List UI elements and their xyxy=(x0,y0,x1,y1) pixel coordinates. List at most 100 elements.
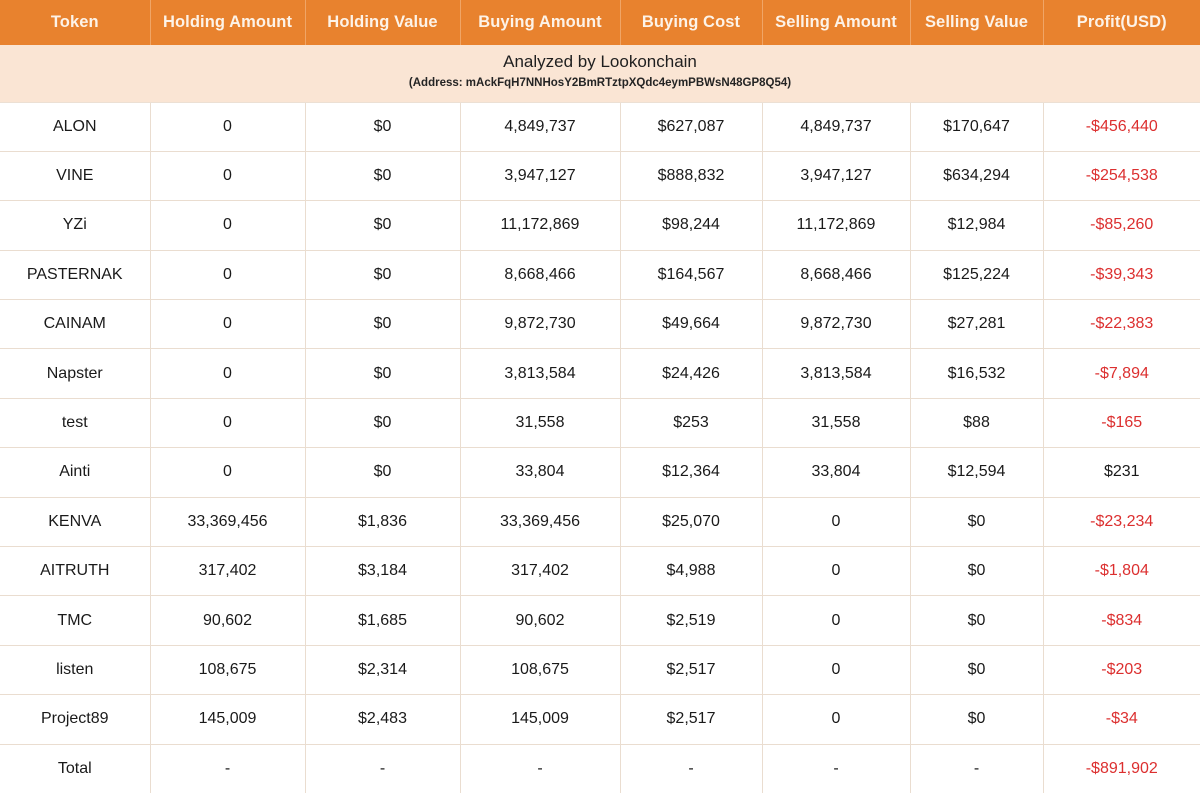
cell-selling-amount: 0 xyxy=(762,497,910,546)
cell-profit: -$891,902 xyxy=(1043,744,1200,793)
wallet-address-label: (Address: mAckFqH7NNHosY2BmRTztpXQdc4eym… xyxy=(0,76,1200,92)
cell-buying-cost: $4,988 xyxy=(620,547,762,596)
cell-holding-value: $0 xyxy=(305,398,460,447)
table-row[interactable]: PASTERNAK0$08,668,466$164,5678,668,466$1… xyxy=(0,250,1200,299)
cell-profit: -$22,383 xyxy=(1043,300,1200,349)
cell-buying-amount: 90,602 xyxy=(460,596,620,645)
cell-selling-value: $0 xyxy=(910,695,1043,744)
table-row[interactable]: Napster0$03,813,584$24,4263,813,584$16,5… xyxy=(0,349,1200,398)
cell-selling-value: $0 xyxy=(910,645,1043,694)
cell-buying-amount: - xyxy=(460,744,620,793)
table-row[interactable]: AITRUTH317,402$3,184317,402$4,9880$0-$1,… xyxy=(0,547,1200,596)
cell-holding-amount: 0 xyxy=(150,398,305,447)
cell-selling-amount: 8,668,466 xyxy=(762,250,910,299)
cell-profit: $231 xyxy=(1043,448,1200,497)
table-row-total[interactable]: Total-------$891,902 xyxy=(0,744,1200,793)
cell-token: VINE xyxy=(0,151,150,200)
cell-holding-value: $1,685 xyxy=(305,596,460,645)
cell-selling-value: $12,594 xyxy=(910,448,1043,497)
cell-holding-amount: 0 xyxy=(150,448,305,497)
cell-holding-value: $0 xyxy=(305,349,460,398)
table-row[interactable]: KENVA33,369,456$1,83633,369,456$25,0700$… xyxy=(0,497,1200,546)
cell-token: Napster xyxy=(0,349,150,398)
cell-buying-cost: $2,517 xyxy=(620,645,762,694)
cell-selling-amount: 0 xyxy=(762,596,910,645)
cell-holding-amount: 108,675 xyxy=(150,645,305,694)
cell-holding-value: $0 xyxy=(305,201,460,250)
cell-selling-amount: 3,813,584 xyxy=(762,349,910,398)
header-row: Token Holding Amount Holding Value Buyin… xyxy=(0,0,1200,45)
cell-holding-value: $1,836 xyxy=(305,497,460,546)
cell-selling-value: $0 xyxy=(910,497,1043,546)
column-header-selling-value[interactable]: Selling Value xyxy=(910,0,1043,45)
cell-selling-amount: 0 xyxy=(762,695,910,744)
cell-selling-amount: 33,804 xyxy=(762,448,910,497)
cell-buying-amount: 3,947,127 xyxy=(460,151,620,200)
table-row[interactable]: TMC90,602$1,68590,602$2,5190$0-$834 xyxy=(0,596,1200,645)
cell-token: TMC xyxy=(0,596,150,645)
cell-token: Total xyxy=(0,744,150,793)
cell-holding-value: $0 xyxy=(305,448,460,497)
cell-buying-cost: $98,244 xyxy=(620,201,762,250)
cell-holding-amount: 145,009 xyxy=(150,695,305,744)
cell-selling-amount: 0 xyxy=(762,645,910,694)
cell-holding-amount: 0 xyxy=(150,349,305,398)
table-row[interactable]: test0$031,558$25331,558$88-$165 xyxy=(0,398,1200,447)
cell-buying-amount: 145,009 xyxy=(460,695,620,744)
cell-selling-amount: 3,947,127 xyxy=(762,151,910,200)
token-portfolio-table: Token Holding Amount Holding Value Buyin… xyxy=(0,0,1200,793)
table-row[interactable]: ALON0$04,849,737$627,0874,849,737$170,64… xyxy=(0,102,1200,151)
analyzed-by-label: Analyzed by Lookonchain xyxy=(0,51,1200,72)
table-body: Analyzed by Lookonchain (Address: mAckFq… xyxy=(0,45,1200,793)
cell-selling-value: $27,281 xyxy=(910,300,1043,349)
attribution-banner-cell: Analyzed by Lookonchain (Address: mAckFq… xyxy=(0,45,1200,102)
table-row[interactable]: YZi0$011,172,869$98,24411,172,869$12,984… xyxy=(0,201,1200,250)
column-header-holding-value[interactable]: Holding Value xyxy=(305,0,460,45)
cell-buying-cost: $25,070 xyxy=(620,497,762,546)
cell-token: KENVA xyxy=(0,497,150,546)
cell-profit: -$7,894 xyxy=(1043,349,1200,398)
table-row[interactable]: Ainti0$033,804$12,36433,804$12,594$231 xyxy=(0,448,1200,497)
table-row[interactable]: CAINAM0$09,872,730$49,6649,872,730$27,28… xyxy=(0,300,1200,349)
cell-holding-amount: 33,369,456 xyxy=(150,497,305,546)
cell-token: CAINAM xyxy=(0,300,150,349)
cell-holding-amount: 317,402 xyxy=(150,547,305,596)
cell-holding-value: $0 xyxy=(305,102,460,151)
cell-holding-value: - xyxy=(305,744,460,793)
cell-holding-value: $0 xyxy=(305,300,460,349)
cell-selling-amount: 4,849,737 xyxy=(762,102,910,151)
cell-buying-cost: $164,567 xyxy=(620,250,762,299)
cell-selling-value: $16,532 xyxy=(910,349,1043,398)
cell-buying-cost: - xyxy=(620,744,762,793)
cell-buying-cost: $253 xyxy=(620,398,762,447)
cell-buying-cost: $12,364 xyxy=(620,448,762,497)
cell-profit: -$1,804 xyxy=(1043,547,1200,596)
cell-token: Ainti xyxy=(0,448,150,497)
cell-buying-amount: 8,668,466 xyxy=(460,250,620,299)
table-row[interactable]: VINE0$03,947,127$888,8323,947,127$634,29… xyxy=(0,151,1200,200)
cell-holding-amount: 0 xyxy=(150,151,305,200)
cell-selling-value: $0 xyxy=(910,596,1043,645)
cell-profit: -$85,260 xyxy=(1043,201,1200,250)
cell-selling-value: - xyxy=(910,744,1043,793)
column-header-profit-usd[interactable]: Profit(USD) xyxy=(1043,0,1200,45)
column-header-selling-amount[interactable]: Selling Amount xyxy=(762,0,910,45)
cell-token: Project89 xyxy=(0,695,150,744)
table-row[interactable]: Project89145,009$2,483145,009$2,5170$0-$… xyxy=(0,695,1200,744)
cell-buying-cost: $2,519 xyxy=(620,596,762,645)
cell-buying-amount: 317,402 xyxy=(460,547,620,596)
cell-buying-amount: 11,172,869 xyxy=(460,201,620,250)
cell-selling-amount: 31,558 xyxy=(762,398,910,447)
table-row[interactable]: listen108,675$2,314108,675$2,5170$0-$203 xyxy=(0,645,1200,694)
cell-profit: -$23,234 xyxy=(1043,497,1200,546)
column-header-holding-amount[interactable]: Holding Amount xyxy=(150,0,305,45)
cell-holding-amount: 0 xyxy=(150,201,305,250)
cell-holding-amount: 0 xyxy=(150,300,305,349)
cell-profit: -$203 xyxy=(1043,645,1200,694)
table-header: Token Holding Amount Holding Value Buyin… xyxy=(0,0,1200,45)
column-header-token[interactable]: Token xyxy=(0,0,150,45)
cell-selling-value: $170,647 xyxy=(910,102,1043,151)
cell-selling-value: $634,294 xyxy=(910,151,1043,200)
column-header-buying-amount[interactable]: Buying Amount xyxy=(460,0,620,45)
column-header-buying-cost[interactable]: Buying Cost xyxy=(620,0,762,45)
